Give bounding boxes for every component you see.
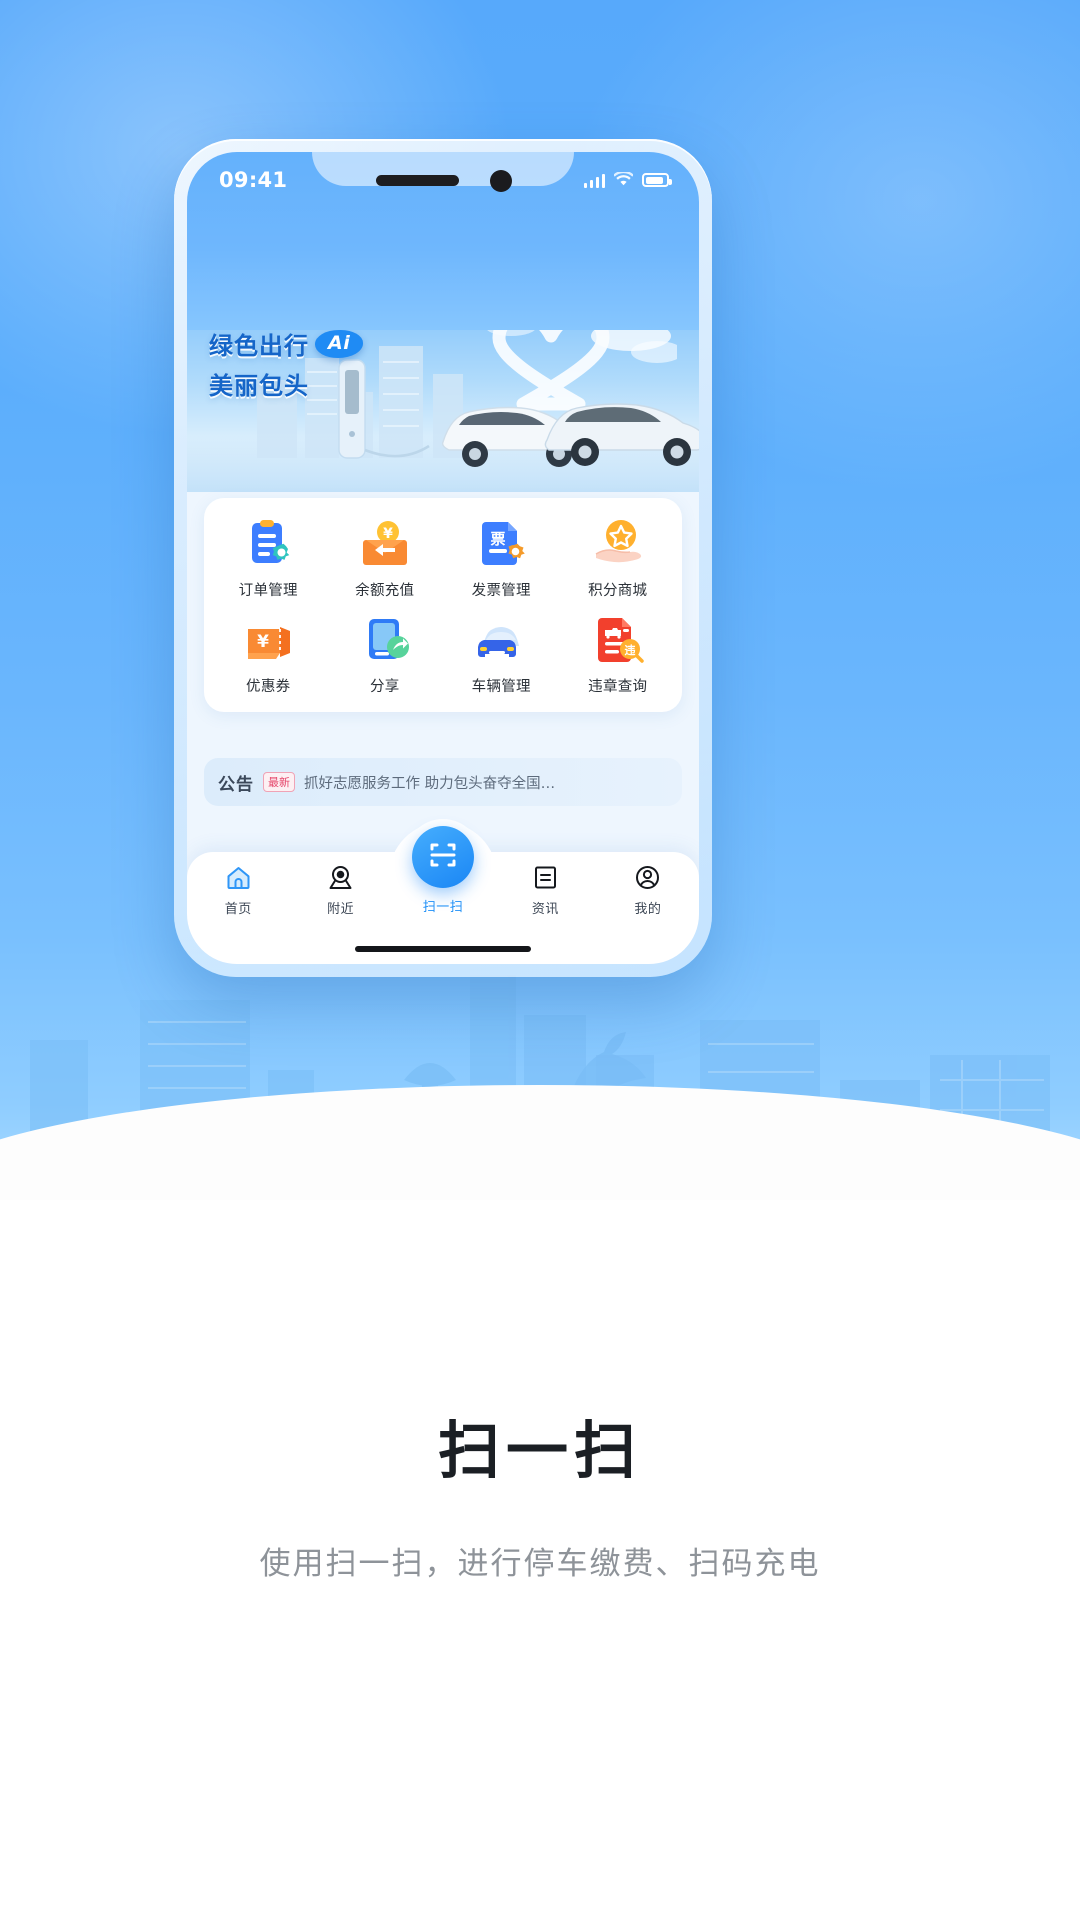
tab-label: 附近 (327, 902, 355, 917)
location-pin-icon (327, 862, 354, 892)
service-grid: 订单管理 ¥ 余额充值 票 发票管理 积分商城 ¥ 优惠券 分享 车辆管理 违 … (210, 518, 676, 696)
announcement-text: 抓好志愿服务工作 助力包头奋夺全国… (304, 775, 556, 792)
grid-item-vehicle[interactable]: 车辆管理 (443, 614, 560, 696)
grid-item-points[interactable]: 积分商城 (560, 518, 677, 600)
wifi-icon (613, 170, 634, 190)
promo-banner[interactable]: 绿色出行 Ai 美丽包头 (187, 302, 699, 492)
svg-text:¥: ¥ (257, 632, 269, 652)
status-badge: 最新 (263, 772, 295, 792)
tab-label: 首页 (224, 902, 252, 917)
svg-text:票: 票 (491, 530, 506, 548)
invoice-icon: 票 (473, 518, 529, 570)
announcement-bar[interactable]: 公告 最新 抓好志愿服务工作 助力包头奋夺全国… (204, 758, 682, 806)
status-time: 09:41 (219, 168, 288, 192)
tab-profile[interactable]: 我的 (597, 862, 699, 917)
points-star-icon (590, 518, 646, 570)
banner-slogan: 绿色出行 Ai 美丽包头 (209, 326, 364, 401)
grid-item-violation[interactable]: 违 违章查询 (560, 614, 677, 696)
home-icon (225, 862, 252, 892)
user-profile-icon (634, 862, 661, 892)
car-icon (473, 614, 529, 666)
phone-screen: 09:41 绿色出行 Ai 美丽包头 订单管理 ¥ 余额充值 票 发票管理 积分… (187, 152, 699, 964)
tab-scan[interactable]: 扫一扫 (392, 826, 494, 917)
island-speaker (376, 175, 459, 186)
grid-item-order[interactable]: 订单管理 (210, 518, 327, 600)
grid-item-label: 订单管理 (238, 583, 298, 599)
page-title: 扫一扫 (437, 1414, 642, 1487)
battery-icon (642, 173, 672, 187)
slogan-line-2: 美丽包头 (209, 372, 309, 400)
svg-text:¥: ¥ (383, 526, 393, 542)
island-camera (490, 169, 512, 192)
grid-item-share[interactable]: 分享 (327, 614, 444, 696)
page-subtitle: 使用扫一扫，进行停车缴费、扫码充电 (259, 1546, 821, 1582)
share-phone-icon (357, 614, 413, 666)
coupon-icon: ¥ (240, 614, 296, 666)
grid-item-label: 分享 (369, 679, 400, 695)
scan-qr-icon (428, 840, 458, 874)
tab-home[interactable]: 首页 (187, 862, 289, 917)
grid-item-label: 违章查询 (588, 679, 648, 695)
tab-list: 首页 附近 扫一扫 资讯 我的 (187, 826, 699, 917)
tab-label: 扫一扫 (422, 900, 464, 915)
ai-badge: Ai (315, 329, 364, 358)
service-grid-card: 订单管理 ¥ 余额充值 票 发票管理 积分商城 ¥ 优惠券 分享 车辆管理 违 … (204, 498, 682, 712)
bottom-tab-bar: 首页 附近 扫一扫 资讯 我的 (187, 826, 699, 964)
slogan-line-1: 绿色出行 (209, 332, 309, 360)
caption-block: 扫一扫 使用扫一扫，进行停车缴费、扫码充电 (0, 1400, 1080, 1583)
dynamic-island (370, 164, 516, 197)
tab-nearby[interactable]: 附近 (289, 862, 391, 917)
grid-item-label: 发票管理 (471, 583, 531, 599)
grid-item-invoice[interactable]: 票 发票管理 (443, 518, 560, 600)
wallet-recharge-icon: ¥ (357, 518, 413, 570)
grid-item-label: 余额充值 (355, 583, 415, 599)
tab-label: 我的 (634, 902, 662, 917)
grid-item-label: 优惠券 (246, 679, 291, 695)
grid-item-recharge[interactable]: ¥ 余额充值 (327, 518, 444, 600)
news-document-icon (532, 862, 559, 892)
grid-item-coupon[interactable]: ¥ 优惠券 (210, 614, 327, 696)
svg-text:违: 违 (624, 643, 635, 657)
scan-button[interactable] (412, 826, 475, 888)
phone-mockup: 09:41 绿色出行 Ai 美丽包头 订单管理 ¥ 余额充值 票 发票管理 积分… (174, 139, 712, 977)
home-indicator (355, 946, 531, 952)
grid-item-label: 积分商城 (588, 583, 648, 599)
grid-item-label: 车辆管理 (471, 679, 531, 695)
order-clipboard-icon (240, 518, 296, 570)
announcement-title: 公告 (218, 774, 254, 795)
tab-news[interactable]: 资讯 (494, 862, 596, 917)
violation-search-icon: 违 (590, 614, 646, 666)
hero-backdrop: 09:41 绿色出行 Ai 美丽包头 订单管理 ¥ 余额充值 票 发票管理 积分… (0, 0, 1080, 1200)
tab-label: 资讯 (531, 902, 559, 917)
signal-bars-icon (583, 173, 605, 188)
